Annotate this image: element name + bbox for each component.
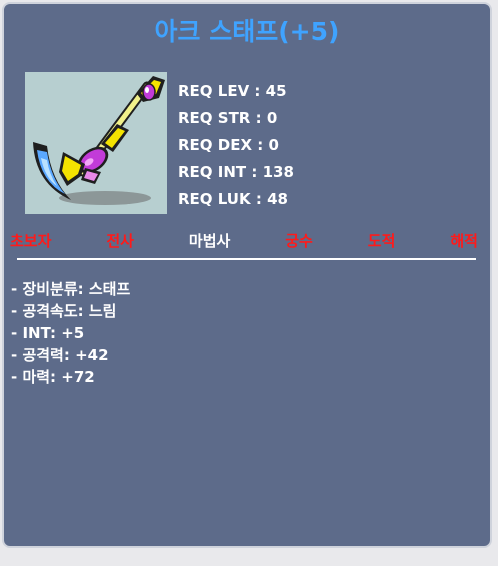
- req-dex: REQ DEX : 0: [178, 136, 279, 154]
- requirements-list: REQ LEV : 45 REQ STR : 0 REQ DEX : 0 REQ…: [178, 78, 294, 213]
- job-thief: 도적: [367, 232, 396, 250]
- item-icon-frame: [25, 72, 167, 214]
- stat-magic: - 마력: +72: [11, 368, 95, 386]
- divider: [17, 258, 476, 260]
- req-luk: REQ LUK : 48: [178, 190, 288, 208]
- item-name: 아크 스태프(+5): [154, 17, 340, 46]
- item-tooltip: 아크 스태프(+5) REQ LEV: 45 REQ STR: 0 REQ …: [2, 2, 492, 548]
- req-str: REQ STR : 0: [178, 109, 278, 127]
- stat-category: - 장비분류: 스태프: [11, 280, 131, 298]
- job-warrior: 전사: [106, 232, 134, 250]
- job-list: 초보자 전사 마법사 궁수 도적 해적: [10, 230, 478, 251]
- req-int: REQ INT : 138: [178, 163, 294, 181]
- stat-attack-speed: - 공격속도: 느림: [11, 302, 117, 320]
- job-magician: 마법사: [188, 232, 231, 250]
- req-level: REQ LEV : 45: [178, 82, 287, 100]
- staff-icon: [33, 76, 165, 205]
- stats-list: - 장비분류: 스태프 - 공격속도: 느림 - INT: +5 - 공격력: …: [11, 278, 130, 388]
- stat-attack: - 공격력: +42: [11, 346, 109, 364]
- page-bottom-strip: [0, 552, 498, 566]
- job-beginner: 초보자: [10, 232, 52, 250]
- stat-int: - INT: +5: [11, 324, 85, 342]
- job-pirate: 해적: [450, 232, 478, 250]
- job-archer: 궁수: [285, 232, 313, 250]
